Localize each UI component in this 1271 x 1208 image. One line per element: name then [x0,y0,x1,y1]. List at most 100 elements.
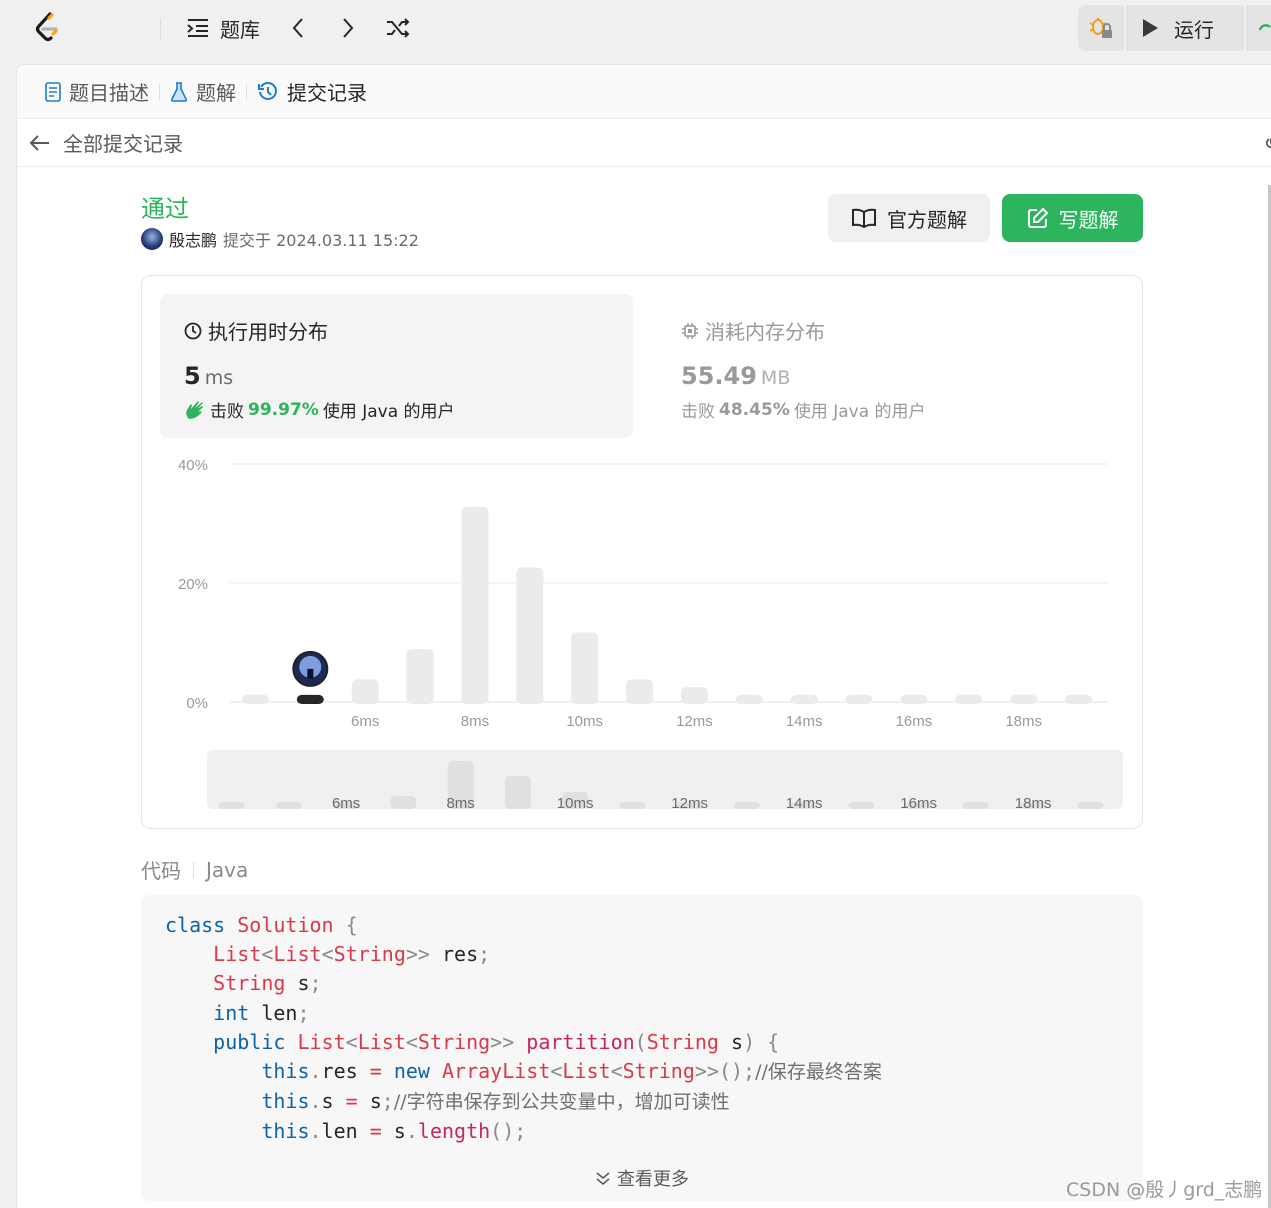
chart-bar[interactable] [296,694,324,704]
memory-card[interactable]: 消耗内存分布 55.49 MB 击败 48.45% 使用 Java 的用户 [657,294,1117,438]
navigator-bar [275,802,302,809]
shuffle-icon [387,18,410,38]
memory-beat-row: 击败 48.45% 使用 Java 的用户 [681,397,926,423]
chart-bar[interactable] [461,506,489,704]
show-more-button[interactable]: 查看更多 [141,1165,1143,1191]
code-block[interactable]: class Solution { List<List<String>> res;… [141,895,1143,1201]
navigator-tick-label: 10ms [557,795,594,812]
code-content: class Solution { List<List<String>> res;… [165,913,882,1144]
run-button[interactable]: 运行 [1126,5,1244,51]
chart-bar[interactable] [351,679,379,704]
memory-title: 消耗内存分布 [705,320,825,344]
chart-bar[interactable] [516,567,544,704]
chevron-right-icon [343,18,354,38]
clock-icon [184,322,202,339]
stats-box: 执行用时分布 5 ms 击败 99.97% 使用 Java 的用户 消耗内存分布 … [141,275,1143,829]
y-tick-label: 40% [178,457,208,474]
submitted-time: 提交于 2024.03.11 15:22 [223,231,419,250]
navigator-bar [390,795,417,809]
memory-beat-suffix: 使用 Java 的用户 [793,402,926,422]
navigator-bar [962,802,989,809]
navigator-bar [1077,802,1104,809]
tab-description[interactable]: 题目描述 [35,77,159,106]
next-problem-button[interactable] [330,12,366,44]
top-bar: 题库 运行 [0,0,1271,58]
x-tick-label: 16ms [896,713,933,730]
list-icon [187,19,208,37]
code-header: 代码 Java [141,855,248,884]
tab-label: 题目描述 [69,81,149,105]
x-tick-label: 18ms [1005,713,1042,730]
link-icon[interactable] [1263,131,1271,151]
tab-solutions[interactable]: 题解 [160,77,246,106]
chart-bar[interactable] [680,687,708,704]
tab-label: 题解 [196,81,236,105]
chart-bar[interactable] [790,694,818,704]
flask-icon [170,81,188,102]
runtime-beat-row: 击败 99.97% 使用 Java 的用户 [184,397,455,422]
write-solution-button[interactable]: 写题解 [1002,194,1143,242]
navigator-bar [733,802,760,809]
x-tick-label: 6ms [351,713,379,730]
runtime-beat-pct: 99.97% [248,399,319,420]
runtime-beat-suffix: 使用 Java 的用户 [322,402,455,422]
chart-bar[interactable] [845,694,873,704]
runtime-beat-prefix: 击败 [210,402,244,422]
random-problem-button[interactable] [380,12,416,44]
play-icon [1143,19,1158,37]
runtime-unit: ms [204,367,234,389]
tab-submissions[interactable]: 提交记录 [247,77,377,106]
document-icon [45,81,61,102]
memory-beat-pct: 48.45% [719,399,790,420]
memory-value: 55.49 [681,362,757,390]
watermark: CSDN @殷丿grd_志鹏 [1066,1179,1263,1201]
run-label: 运行 [1174,17,1214,42]
x-tick-label: 10ms [566,713,603,730]
y-tick-label: 20% [178,576,208,593]
chip-icon [682,322,698,339]
navigator-tick-label: 8ms [446,795,474,812]
chart-bar[interactable] [626,679,654,704]
official-solution-label: 官方题解 [887,207,967,232]
navigator-bar [504,775,531,809]
divider [193,861,194,878]
problem-bank-button[interactable]: 题库 [186,14,260,43]
chart-bar[interactable] [406,649,434,704]
navigator-tick-label: 6ms [332,795,360,812]
official-solution-button[interactable]: 官方题解 [828,194,990,242]
code-language: Java [206,857,249,882]
chart-bar[interactable] [241,694,269,704]
runtime-card[interactable]: 执行用时分布 5 ms 击败 99.97% 使用 Java 的用户 [160,294,633,438]
y-tick-label: 0% [186,695,208,712]
prev-problem-button[interactable] [280,12,316,44]
debug-button[interactable] [1078,5,1124,51]
tab-bar: 题目描述 题解 提交记录 [17,65,1271,119]
submissions-subbar: 全部提交记录 [17,119,1271,167]
chart-bar[interactable] [571,632,599,704]
x-tick-label: 14ms [786,713,823,730]
chart-bar[interactable] [735,694,763,704]
avatar[interactable] [141,228,163,250]
cloud-upload-icon [1258,24,1271,31]
navigator-bar [218,802,245,809]
user-name[interactable]: 殷志鹏 [169,227,217,251]
chart-bar[interactable] [900,694,928,704]
problem-bank-label: 题库 [220,17,260,42]
clap-icon [186,401,203,419]
leetcode-logo[interactable] [30,10,66,46]
all-submissions-link[interactable]: 全部提交记录 [63,128,183,157]
tab-label: 提交记录 [287,81,367,105]
submit-button[interactable] [1246,5,1271,51]
edit-icon [1027,207,1048,228]
history-icon [258,81,277,100]
chart-bar[interactable] [955,694,983,704]
memory-value-row: 55.49 MB [681,362,790,390]
runtime-distribution-chart[interactable]: 40% 20% 0% 6ms 8ms 10ms 12ms 14ms 16ms 18ms 6ms 8… [142,446,1142,826]
chart-bar[interactable] [1065,694,1093,704]
submission-meta: 殷志鹏 提交于 2024.03.11 15:22 [141,227,419,251]
user-avatar-marker[interactable] [292,650,329,687]
memory-unit: MB [760,367,791,389]
arrow-left-icon[interactable] [29,134,51,152]
chart-bar[interactable] [1010,694,1038,704]
memory-beat-prefix: 击败 [681,402,715,422]
